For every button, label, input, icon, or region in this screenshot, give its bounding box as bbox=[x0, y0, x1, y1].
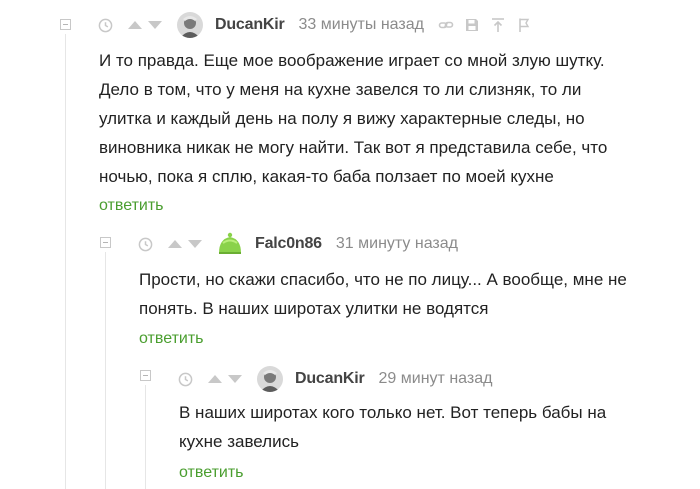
thread-line[interactable] bbox=[145, 385, 146, 489]
comment-time[interactable]: 31 минуту назад bbox=[336, 235, 458, 253]
comment-header: DucanKir 33 минуты назад bbox=[98, 12, 542, 38]
downvote-icon[interactable] bbox=[187, 239, 203, 249]
text-line: улитка и каждый день на полу я вижу хара… bbox=[99, 109, 585, 128]
avatar[interactable] bbox=[217, 231, 243, 257]
upvote-icon[interactable] bbox=[127, 20, 143, 30]
save-icon[interactable] bbox=[464, 17, 480, 33]
text-line: И то правда. Еще мое воображение играет … bbox=[99, 51, 605, 70]
author-nick[interactable]: Falc0n86 bbox=[255, 235, 322, 253]
comment-text: В наших широтах кого только нет. Вот теп… bbox=[179, 398, 689, 456]
upvote-icon[interactable] bbox=[167, 239, 183, 249]
text-line: виновника никак не могу найти. Так вот я… bbox=[99, 138, 608, 157]
clock-icon bbox=[98, 18, 113, 32]
author-nick[interactable]: DucanKir bbox=[215, 16, 285, 34]
collapse-button[interactable] bbox=[100, 237, 111, 248]
comment-header: DucanKir 29 минут назад bbox=[178, 366, 506, 392]
avatar[interactable] bbox=[177, 12, 203, 38]
text-line: Прости, но скажи спасибо, что не по лицу… bbox=[139, 270, 627, 289]
thread-line[interactable] bbox=[65, 34, 66, 489]
upvote-icon[interactable] bbox=[207, 374, 223, 384]
comment-text: Прости, но скажи спасибо, что не по лицу… bbox=[139, 265, 689, 323]
reply-link[interactable]: ответить bbox=[139, 330, 204, 348]
reply-link[interactable]: ответить bbox=[99, 197, 164, 215]
text-line: понять. В наших широтах улитки не водятс… bbox=[139, 299, 489, 318]
text-line: Дело в том, что у меня на кухне завелся … bbox=[99, 80, 582, 99]
author-nick[interactable]: DucanKir bbox=[295, 370, 365, 388]
link-icon[interactable] bbox=[438, 17, 454, 33]
comment-time[interactable]: 29 минут назад bbox=[379, 370, 493, 388]
collapse-button[interactable] bbox=[60, 19, 71, 30]
text-line: ночью, пока я сплю, какая-то баба ползае… bbox=[99, 167, 554, 186]
avatar[interactable] bbox=[257, 366, 283, 392]
comment-time[interactable]: 33 минуты назад bbox=[299, 16, 424, 34]
clock-icon bbox=[138, 237, 153, 251]
reply-link[interactable]: ответить bbox=[179, 464, 244, 482]
comment-text: И то правда. Еще мое воображение играет … bbox=[99, 46, 689, 191]
text-line: кухне завелись bbox=[179, 432, 299, 451]
text-line: В наших широтах кого только нет. Вот теп… bbox=[179, 403, 607, 422]
upload-icon[interactable] bbox=[490, 17, 506, 33]
clock-icon bbox=[178, 372, 193, 386]
thread-line[interactable] bbox=[105, 252, 106, 489]
flag-icon[interactable] bbox=[516, 17, 532, 33]
comment-header: Falc0n86 31 минуту назад bbox=[138, 231, 472, 257]
downvote-icon[interactable] bbox=[147, 20, 163, 30]
collapse-button[interactable] bbox=[140, 370, 151, 381]
downvote-icon[interactable] bbox=[227, 374, 243, 384]
